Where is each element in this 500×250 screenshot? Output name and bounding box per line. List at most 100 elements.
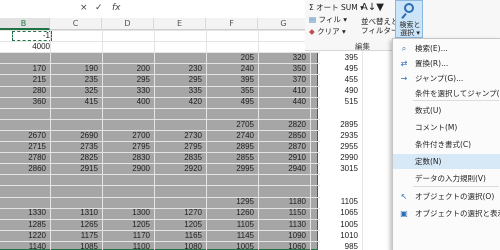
column-header-d[interactable]: D: [102, 18, 154, 30]
cell[interactable]: 205: [202, 52, 254, 63]
cell[interactable]: 370: [254, 74, 306, 85]
cell[interactable]: 1085: [46, 241, 98, 250]
column-header-f[interactable]: F: [206, 18, 258, 30]
enter-icon[interactable]: ✓: [95, 3, 103, 13]
cell[interactable]: 2795: [150, 141, 202, 152]
cell[interactable]: 1310: [46, 207, 98, 218]
column-header-c[interactable]: C: [50, 18, 102, 30]
cell[interactable]: 2900: [98, 163, 150, 174]
cell[interactable]: 1010: [306, 230, 358, 241]
column-header-g[interactable]: G: [258, 18, 310, 30]
cell[interactable]: 395: [202, 74, 254, 85]
cell[interactable]: 1175: [46, 230, 98, 241]
cell[interactable]: 355: [202, 85, 254, 96]
cell[interactable]: 395: [306, 52, 358, 63]
menu-item[interactable]: 数式(U): [393, 103, 500, 118]
cell[interactable]: 3015: [306, 163, 358, 174]
cell[interactable]: 320: [254, 52, 306, 63]
cell[interactable]: 2895: [306, 119, 358, 130]
column-header-b[interactable]: B: [0, 18, 50, 30]
cell[interactable]: 2895: [202, 141, 254, 152]
cell[interactable]: 1330: [0, 207, 46, 218]
cell[interactable]: 2850: [254, 130, 306, 141]
cell[interactable]: 2835: [150, 152, 202, 163]
cell[interactable]: 360: [0, 96, 46, 107]
cell[interactable]: 2940: [254, 163, 306, 174]
cell[interactable]: 410: [254, 85, 306, 96]
cell[interactable]: 1065: [306, 207, 358, 218]
cell[interactable]: 295: [150, 74, 202, 85]
cell[interactable]: 1285: [0, 219, 46, 230]
cell[interactable]: 2860: [0, 163, 46, 174]
cell[interactable]: 350: [254, 63, 306, 74]
cell[interactable]: 235: [46, 74, 98, 85]
cell[interactable]: 1005: [306, 219, 358, 230]
cell[interactable]: 1165: [150, 230, 202, 241]
cell[interactable]: 2990: [306, 152, 358, 163]
autosum-button[interactable]: Σ オート SUM ▾: [309, 2, 364, 13]
cell[interactable]: 2670: [0, 130, 46, 141]
cell[interactable]: 985: [306, 241, 358, 250]
cell[interactable]: 2705: [202, 119, 254, 130]
cell[interactable]: 2690: [46, 130, 98, 141]
menu-item[interactable]: ↖ オブジェクトの選択(O): [393, 189, 500, 204]
menu-item[interactable]: コメント(M): [393, 120, 500, 135]
cell[interactable]: 2910: [254, 152, 306, 163]
cell[interactable]: 1100: [98, 241, 150, 250]
cell[interactable]: 2780: [0, 152, 46, 163]
cell[interactable]: 1005: [202, 241, 254, 250]
cell[interactable]: 2730: [150, 130, 202, 141]
menu-item[interactable]: → ジャンプ(G)...: [393, 71, 500, 86]
cell[interactable]: 1265: [46, 219, 98, 230]
cell[interactable]: 1150: [254, 207, 306, 218]
cell[interactable]: 2825: [46, 152, 98, 163]
cell[interactable]: 170: [0, 63, 46, 74]
clear-button[interactable]: ◆ クリア ▾: [309, 26, 346, 37]
cell[interactable]: 200: [98, 63, 150, 74]
column-header-e[interactable]: E: [154, 18, 206, 30]
menu-item[interactable]: ▣ オブジェクトの選択と表示(P)...: [393, 206, 500, 221]
cell[interactable]: 2955: [306, 141, 358, 152]
cell[interactable]: 2715: [0, 141, 46, 152]
cell[interactable]: 1130: [254, 219, 306, 230]
menu-item[interactable]: 条件を選択してジャンプ(S)...: [393, 86, 500, 101]
cell[interactable]: 1105: [306, 196, 358, 207]
cell[interactable]: 1145: [202, 230, 254, 241]
cell[interactable]: 1180: [254, 196, 306, 207]
fill-button[interactable]: ▤ フィル ▾: [309, 14, 347, 25]
cell[interactable]: 1080: [150, 241, 202, 250]
cell[interactable]: 1090: [254, 230, 306, 241]
cell[interactable]: 1220: [0, 230, 46, 241]
cell[interactable]: 2920: [150, 163, 202, 174]
cell[interactable]: 2735: [46, 141, 98, 152]
cell[interactable]: 440: [254, 96, 306, 107]
cell[interactable]: 1205: [98, 219, 150, 230]
fx-icon[interactable]: fx: [112, 3, 121, 13]
cell[interactable]: 1270: [150, 207, 202, 218]
cell[interactable]: 2700: [98, 130, 150, 141]
cell[interactable]: 215: [0, 74, 46, 85]
menu-item[interactable]: ⇄ 置換(R)...: [393, 56, 500, 71]
cell[interactable]: 400: [98, 96, 150, 107]
cell[interactable]: 1295: [202, 196, 254, 207]
cell[interactable]: 415: [46, 96, 98, 107]
cell[interactable]: 2870: [254, 141, 306, 152]
menu-item[interactable]: ⌕ 検索(E)...: [393, 41, 500, 56]
cell[interactable]: 2995: [202, 163, 254, 174]
cell[interactable]: 295: [98, 74, 150, 85]
cell[interactable]: 515: [306, 96, 358, 107]
cell[interactable]: 1060: [254, 241, 306, 250]
cell[interactable]: 2830: [98, 152, 150, 163]
menu-item[interactable]: 定数(N): [393, 154, 500, 169]
cell[interactable]: 1140: [0, 241, 46, 250]
cell[interactable]: 2795: [98, 141, 150, 152]
cell[interactable]: 2935: [306, 130, 358, 141]
cell[interactable]: 280: [0, 85, 46, 96]
cell[interactable]: 1260: [202, 207, 254, 218]
cell-b2[interactable]: 4000: [12, 42, 50, 52]
cell[interactable]: 190: [46, 63, 98, 74]
cancel-icon[interactable]: ×: [80, 3, 88, 13]
cell[interactable]: 1205: [150, 219, 202, 230]
cell[interactable]: 330: [98, 85, 150, 96]
cell[interactable]: 490: [306, 85, 358, 96]
